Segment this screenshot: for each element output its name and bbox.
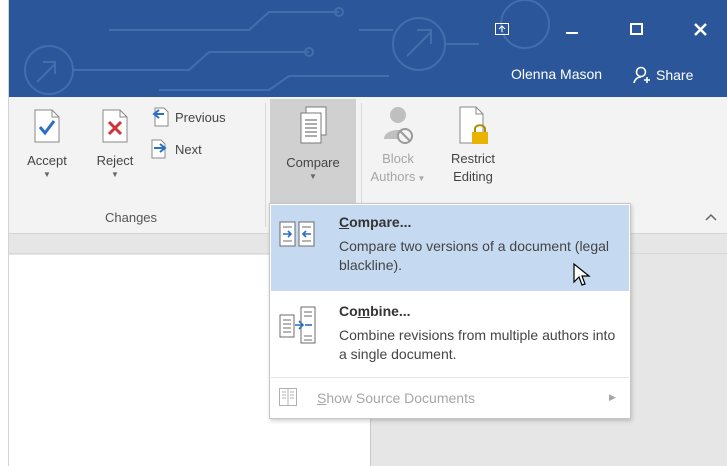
- accept-icon: [34, 109, 60, 143]
- accept-button[interactable]: Accept ▼: [22, 109, 72, 180]
- mouse-pointer-icon: [573, 262, 591, 286]
- ribbon-display-icon: [495, 23, 509, 35]
- restrict-editing-lock-icon: [459, 106, 488, 144]
- menu-item-combine[interactable]: Combine... Combine revisions from multip…: [271, 294, 629, 376]
- submenu-arrow-icon: ▶: [609, 392, 616, 402]
- circuit-decoration: [24, 0, 550, 95]
- combine-documents-icon: [279, 306, 316, 344]
- collapse-ribbon-button[interactable]: [705, 210, 717, 224]
- compare-dropdown-arrow[interactable]: ▼: [270, 172, 356, 182]
- block-authors-label-line2: Authors ▼: [370, 169, 426, 184]
- maximize-icon: [629, 23, 643, 35]
- changes-group-label: Changes: [105, 210, 158, 225]
- title-bar: Olenna Mason Share: [9, 0, 727, 97]
- compare-icon: [300, 106, 327, 144]
- maximize-button[interactable]: [621, 14, 651, 44]
- show-source-documents-label: Show Source Documents: [317, 390, 475, 406]
- source-documents-icon: [279, 388, 297, 406]
- previous-label: Previous: [175, 109, 226, 125]
- reject-button[interactable]: Reject ▼: [90, 109, 140, 180]
- share-label: Share: [656, 67, 694, 83]
- block-authors-button[interactable]: Block Authors ▼: [366, 105, 430, 188]
- restrict-editing-label-line2: Editing: [453, 169, 493, 184]
- reject-icon: [102, 109, 128, 143]
- close-icon: [693, 23, 707, 36]
- reject-label: Reject: [96, 153, 134, 168]
- signed-in-user[interactable]: Olenna Mason: [511, 66, 602, 82]
- person-share-icon: [633, 66, 650, 84]
- ribbon-display-options-button[interactable]: [487, 14, 517, 44]
- share-button[interactable]: Share: [633, 62, 693, 88]
- accept-label: Accept: [27, 153, 67, 168]
- previous-change-button[interactable]: Previous: [151, 107, 226, 127]
- chevron-up-icon: [705, 213, 717, 221]
- restrict-editing-label-line1: Restrict: [450, 151, 496, 166]
- reject-dropdown-arrow[interactable]: ▼: [90, 170, 140, 180]
- block-authors-icon: [384, 107, 413, 144]
- previous-change-icon: [152, 107, 169, 127]
- next-change-icon: [151, 139, 167, 159]
- next-change-button[interactable]: Next: [151, 139, 202, 159]
- compare-dropdown-menu: Compare... Compare two versions of a doc…: [269, 203, 631, 419]
- minimize-icon: [566, 32, 578, 34]
- minimize-button[interactable]: [557, 14, 587, 44]
- compare-label: Compare: [286, 155, 340, 170]
- menu-item-show-source-documents[interactable]: Show Source Documents ▶: [271, 380, 629, 416]
- group-divider: [265, 103, 266, 227]
- combine-item-title: Combine...: [339, 303, 411, 319]
- compare-versions-icon: [279, 221, 315, 247]
- compare-button[interactable]: Compare ▼: [270, 105, 356, 182]
- restrict-editing-button[interactable]: Restrict Editing: [441, 105, 505, 186]
- block-authors-label-line1: Block: [382, 151, 414, 166]
- menu-separator: [271, 377, 629, 378]
- combine-item-description: Combine revisions from multiple authors …: [339, 327, 616, 362]
- compare-item-title: Compare...: [339, 214, 412, 230]
- accept-dropdown-arrow[interactable]: ▼: [22, 170, 72, 180]
- next-label: Next: [175, 141, 202, 157]
- close-button[interactable]: [685, 14, 715, 44]
